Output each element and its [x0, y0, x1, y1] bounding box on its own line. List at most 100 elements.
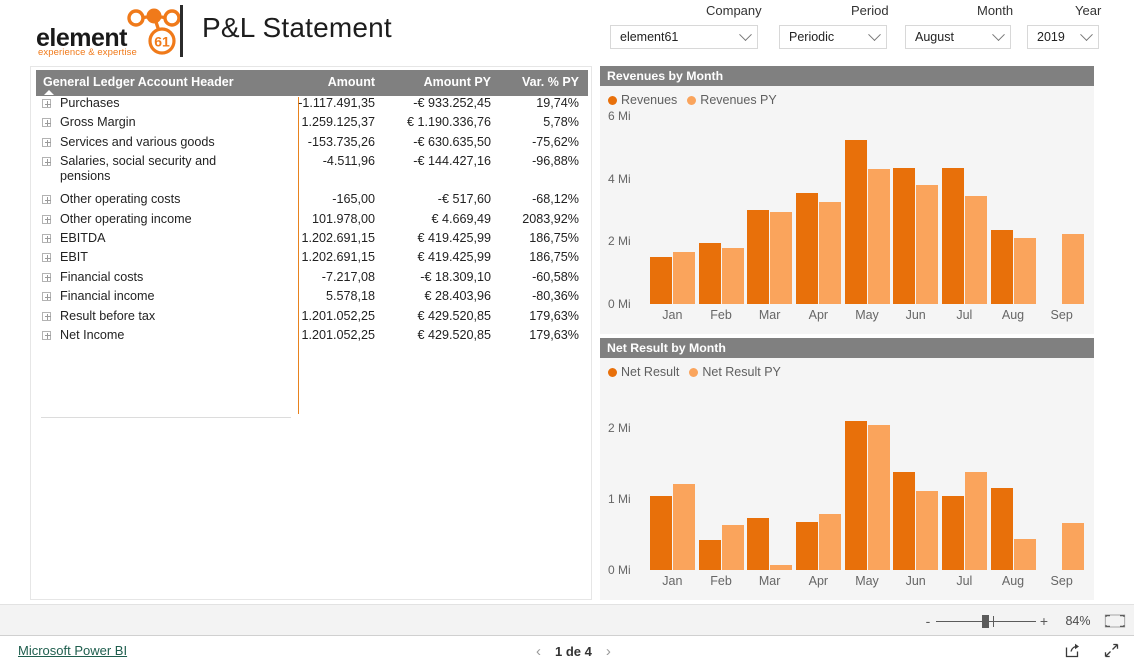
legend-item-revenues-py[interactable]: Revenues PY	[687, 93, 777, 107]
chart-bar[interactable]	[747, 518, 770, 570]
fullscreen-icon[interactable]	[1103, 642, 1120, 664]
expand-plus-icon[interactable]	[42, 137, 51, 147]
chevron-down-icon	[1080, 27, 1093, 41]
zoom-out-button[interactable]: -	[920, 613, 936, 629]
slicer-dropdown-company[interactable]: element61	[610, 25, 758, 49]
expand-plus-icon[interactable]	[42, 214, 51, 224]
chart-bar[interactable]	[698, 242, 721, 304]
microsoft-power-bi-link[interactable]: Microsoft Power BI	[18, 643, 127, 658]
chart-bar[interactable]	[698, 540, 721, 570]
legend-item-net-result-py[interactable]: Net Result PY	[689, 365, 781, 379]
chart-bar[interactable]	[818, 514, 841, 570]
zoom-in-button[interactable]: +	[1036, 613, 1052, 629]
chart-bar[interactable]	[672, 252, 695, 304]
chart-bar[interactable]	[893, 472, 916, 570]
table-row[interactable]: Financial costs -7.217,08 -€ 18.309,10 -60,…	[36, 270, 588, 289]
table-row[interactable]: Other operating costs -165,00 -€ 517,60 -68…	[36, 192, 588, 211]
row-amount-py-cell: € 28.403,96	[424, 289, 491, 304]
table-row[interactable]: Other operating income 101.978,00 € 4.669,…	[36, 212, 588, 231]
row-account-label: Other operating costs	[60, 192, 181, 207]
slicer-label-period: Period	[851, 3, 889, 18]
chart-bar[interactable]	[795, 192, 818, 304]
chart-bar[interactable]	[1062, 522, 1085, 570]
zoom-slider[interactable]	[936, 614, 1036, 628]
expand-plus-icon[interactable]	[42, 195, 51, 205]
y-axis-tick-label: 2 Mi	[608, 421, 631, 436]
fit-to-page-icon[interactable]	[1104, 613, 1126, 629]
column-header-amount[interactable]: Amount	[264, 70, 384, 89]
chart-bar[interactable]	[770, 211, 793, 304]
legend-item-revenues[interactable]: Revenues	[608, 93, 677, 107]
chart-bar[interactable]	[1013, 238, 1036, 304]
row-var-py-cell: -68,12%	[532, 192, 579, 207]
net-result-plot-area[interactable]: 0 Mi 1 Mi 2 Mi Jan Feb Mar Apr May Jun Jul Aug Sep	[608, 400, 1086, 592]
revenues-plot-area[interactable]: 0 Mi 2 Mi 4 Mi 6 Mi Jan Feb Mar Apr May Jun Jul Aug…	[608, 109, 1086, 326]
row-account-cell: Salaries, social security and pensions	[36, 154, 264, 184]
chart-bar[interactable]	[964, 472, 987, 570]
expand-plus-icon[interactable]	[42, 233, 51, 243]
table-row[interactable]: EBIT 1.202.691,15 € 419.425,99 186,75%	[36, 250, 588, 269]
row-amount-cell: 5.578,18	[325, 289, 375, 304]
table-row[interactable]: Services and various goods -153.735,26 -€ …	[36, 135, 588, 154]
row-amount-py-cell: -€ 933.252,45	[413, 96, 491, 110]
chart-bar[interactable]	[990, 230, 1013, 304]
zoom-slider-thumb[interactable]	[982, 615, 989, 628]
chart-bar[interactable]	[916, 491, 939, 570]
slicer-dropdown-month[interactable]: August	[905, 25, 1011, 49]
chart-bar[interactable]	[818, 202, 841, 304]
chart-bar[interactable]	[770, 565, 793, 570]
y-axis-tick-label: 1 Mi	[608, 492, 631, 507]
expand-plus-icon[interactable]	[42, 99, 51, 108]
table-row[interactable]: Net Income 1.201.052,25 € 429.520,85 179,63…	[36, 328, 588, 347]
chart-bar[interactable]	[844, 139, 867, 304]
y-axis-tick-label: 6 Mi	[608, 109, 631, 123]
chart-bar[interactable]	[649, 496, 672, 570]
chart-bar[interactable]	[1013, 538, 1036, 570]
legend-label-net-result-py: Net Result PY	[702, 365, 781, 379]
table-row[interactable]: Gross Margin 1.259.125,37 € 1.190.336,76 5,…	[36, 115, 588, 134]
chart-bar[interactable]	[721, 248, 744, 304]
expand-plus-icon[interactable]	[42, 330, 51, 340]
chart-bar[interactable]	[747, 210, 770, 304]
chart-bar[interactable]	[795, 521, 818, 570]
chevron-right-icon[interactable]: ›	[606, 643, 611, 660]
slicer-dropdown-year[interactable]: 2019	[1027, 25, 1099, 49]
expand-plus-icon[interactable]	[42, 292, 51, 302]
table-row[interactable]: Purchases -1.117.491,35 -€ 933.252,45 19,74…	[36, 96, 588, 115]
chart-bar[interactable]	[844, 421, 867, 570]
chart-bar[interactable]	[893, 167, 916, 304]
expand-plus-icon[interactable]	[42, 118, 51, 128]
table-row[interactable]: Result before tax 1.201.052,25 € 429.520,8…	[36, 309, 588, 328]
column-header-var-py[interactable]: Var. % PY	[500, 70, 588, 89]
row-account-label: Purchases	[60, 96, 120, 110]
chart-bar[interactable]	[1062, 233, 1085, 304]
slicer-dropdown-period[interactable]: Periodic	[779, 25, 887, 49]
column-header-amount-py[interactable]: Amount PY	[384, 70, 500, 89]
chart-bar[interactable]	[867, 169, 890, 304]
expand-plus-icon[interactable]	[42, 311, 51, 321]
table-row[interactable]: Financial income 5.578,18 € 28.403,96 -80,3…	[36, 289, 588, 308]
chart-bar[interactable]	[941, 167, 964, 304]
chart-bar[interactable]	[672, 483, 695, 570]
share-icon[interactable]	[1064, 642, 1081, 664]
legend-item-net-result[interactable]: Net Result	[608, 365, 679, 379]
column-header-account[interactable]: General Ledger Account Header	[36, 70, 264, 95]
chart-bar[interactable]	[721, 524, 744, 570]
expand-plus-icon[interactable]	[42, 253, 51, 263]
row-amount-py-cell: € 1.190.336,76	[406, 115, 491, 130]
row-var-py-cell: 19,74%	[536, 96, 579, 110]
chart-bar[interactable]	[916, 184, 939, 304]
expand-plus-icon[interactable]	[42, 157, 51, 167]
chart-bar[interactable]	[867, 424, 890, 570]
chart-bar[interactable]	[990, 487, 1013, 570]
chart-bar[interactable]	[941, 495, 964, 570]
table-row[interactable]: EBITDA 1.202.691,15 € 419.425,99 186,75%	[36, 231, 588, 250]
x-axis-tick-label: Jun	[905, 574, 926, 588]
expand-plus-icon[interactable]	[42, 272, 51, 282]
chart-bar[interactable]	[964, 195, 987, 304]
table-row[interactable]: Salaries, social security and pensions -4…	[36, 154, 588, 192]
row-account-cell: Net Income	[36, 328, 264, 343]
chevron-left-icon[interactable]: ‹	[536, 643, 541, 660]
row-amount-cell: -1.117.491,35	[298, 96, 375, 110]
chart-bar[interactable]	[649, 257, 672, 304]
